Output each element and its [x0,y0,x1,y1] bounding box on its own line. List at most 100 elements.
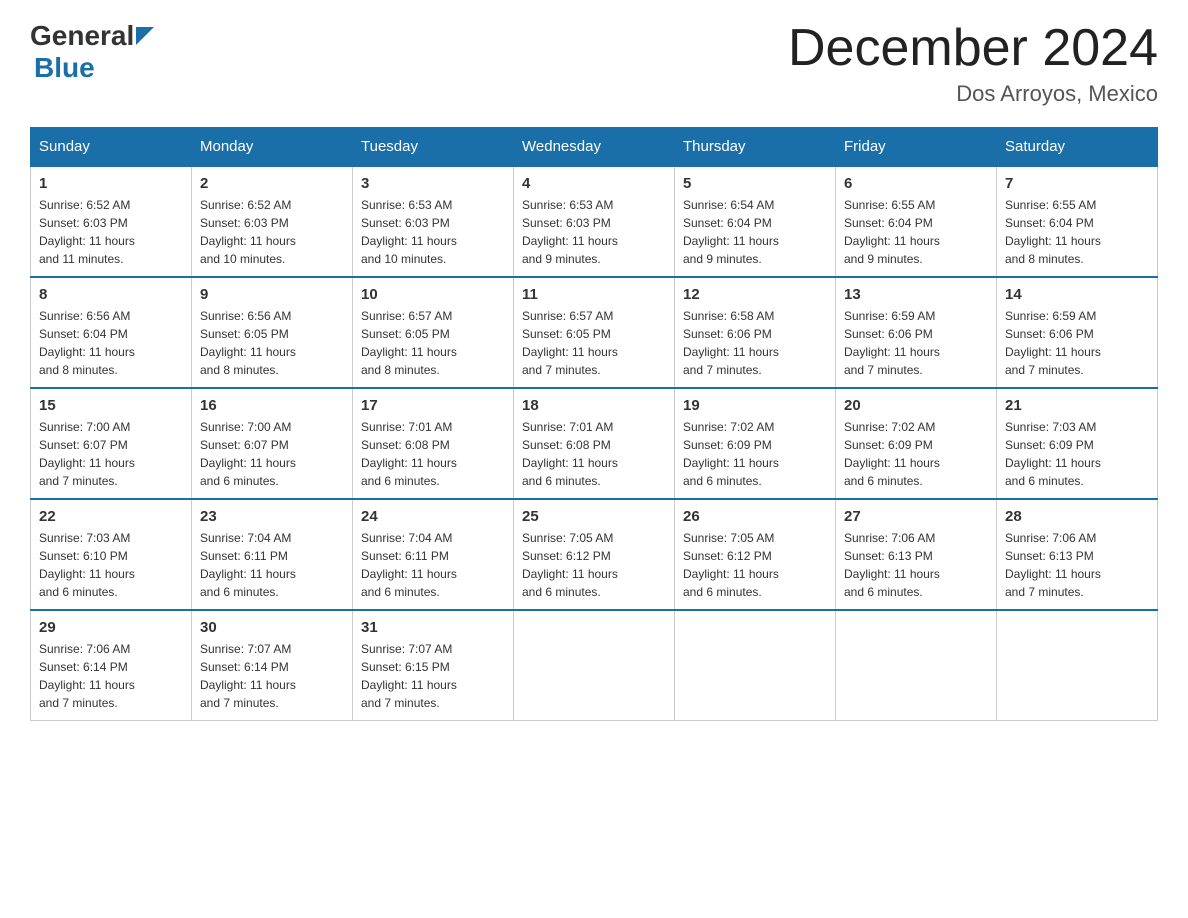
day-info: Sunrise: 7:00 AM Sunset: 6:07 PM Dayligh… [39,418,183,490]
day-info: Sunrise: 6:52 AM Sunset: 6:03 PM Dayligh… [200,196,344,268]
day-info: Sunrise: 7:01 AM Sunset: 6:08 PM Dayligh… [522,418,666,490]
day-number: 27 [844,508,988,525]
day-number: 7 [1005,175,1149,192]
calendar-cell: 22Sunrise: 7:03 AM Sunset: 6:10 PM Dayli… [31,499,192,610]
calendar-cell [675,610,836,721]
calendar-cell: 24Sunrise: 7:04 AM Sunset: 6:11 PM Dayli… [353,499,514,610]
day-number: 31 [361,619,505,636]
calendar-title-area: December 2024 Dos Arroyos, Mexico [788,20,1158,107]
day-number: 15 [39,397,183,414]
calendar-body: 1 Sunrise: 6:52 AM Sunset: 6:03 PM Daylig… [31,166,1158,721]
calendar-cell: 23 Sunrise: 7:04 AM Sunset: 6:11 PM Dayli… [192,499,353,610]
day-number: 8 [39,286,183,303]
day-info: Sunrise: 6:52 AM Sunset: 6:03 PM Dayligh… [39,196,183,268]
header-tuesday: Tuesday [353,128,514,167]
day-number: 3 [361,175,505,192]
day-number: 30 [200,619,344,636]
month-year-title: December 2024 [788,20,1158,77]
day-number: 26 [683,508,827,525]
calendar-cell: 7 Sunrise: 6:55 AM Sunset: 6:04 PM Daylig… [997,166,1158,277]
calendar-cell: 15 Sunrise: 7:00 AM Sunset: 6:07 PM Dayli… [31,388,192,499]
day-info: Sunrise: 7:07 AM Sunset: 6:14 PM Dayligh… [200,640,344,712]
day-info: Sunrise: 7:06 AM Sunset: 6:13 PM Dayligh… [844,529,988,601]
day-number: 21 [1005,397,1149,414]
calendar-cell: 25 Sunrise: 7:05 AM Sunset: 6:12 PM Dayli… [514,499,675,610]
calendar-cell: 13Sunrise: 6:59 AM Sunset: 6:06 PM Dayli… [836,277,997,388]
logo-blue-text: Blue [34,52,95,83]
day-number: 28 [1005,508,1149,525]
header-sunday: Sunday [31,128,192,167]
calendar-cell [836,610,997,721]
calendar-week-row: 8 Sunrise: 6:56 AM Sunset: 6:04 PM Daylig… [31,277,1158,388]
day-info: Sunrise: 7:03 AM Sunset: 6:09 PM Dayligh… [1005,418,1149,490]
day-info: Sunrise: 6:56 AM Sunset: 6:04 PM Dayligh… [39,307,183,379]
calendar-week-row: 15 Sunrise: 7:00 AM Sunset: 6:07 PM Dayli… [31,388,1158,499]
day-number: 4 [522,175,666,192]
calendar-week-row: 22Sunrise: 7:03 AM Sunset: 6:10 PM Dayli… [31,499,1158,610]
header-saturday: Saturday [997,128,1158,167]
day-info: Sunrise: 6:58 AM Sunset: 6:06 PM Dayligh… [683,307,827,379]
calendar-cell: 4 Sunrise: 6:53 AM Sunset: 6:03 PM Daylig… [514,166,675,277]
calendar-week-row: 29 Sunrise: 7:06 AM Sunset: 6:14 PM Dayli… [31,610,1158,721]
calendar-cell: 30 Sunrise: 7:07 AM Sunset: 6:14 PM Dayli… [192,610,353,721]
calendar-cell: 10Sunrise: 6:57 AM Sunset: 6:05 PM Dayli… [353,277,514,388]
day-info: Sunrise: 6:53 AM Sunset: 6:03 PM Dayligh… [522,196,666,268]
day-info: Sunrise: 6:59 AM Sunset: 6:06 PM Dayligh… [1005,307,1149,379]
day-info: Sunrise: 7:05 AM Sunset: 6:12 PM Dayligh… [683,529,827,601]
day-info: Sunrise: 7:06 AM Sunset: 6:14 PM Dayligh… [39,640,183,712]
calendar-cell: 16Sunrise: 7:00 AM Sunset: 6:07 PM Dayli… [192,388,353,499]
calendar-cell: 27 Sunrise: 7:06 AM Sunset: 6:13 PM Dayli… [836,499,997,610]
calendar-cell: 21 Sunrise: 7:03 AM Sunset: 6:09 PM Dayli… [997,388,1158,499]
day-info: Sunrise: 7:04 AM Sunset: 6:11 PM Dayligh… [200,529,344,601]
day-number: 29 [39,619,183,636]
day-number: 17 [361,397,505,414]
calendar-cell: 28 Sunrise: 7:06 AM Sunset: 6:13 PM Dayli… [997,499,1158,610]
day-number: 13 [844,286,988,303]
calendar-cell: 8 Sunrise: 6:56 AM Sunset: 6:04 PM Daylig… [31,277,192,388]
day-info: Sunrise: 7:02 AM Sunset: 6:09 PM Dayligh… [683,418,827,490]
calendar-cell: 31Sunrise: 7:07 AM Sunset: 6:15 PM Dayli… [353,610,514,721]
calendar-week-row: 1 Sunrise: 6:52 AM Sunset: 6:03 PM Daylig… [31,166,1158,277]
header-monday: Monday [192,128,353,167]
calendar-cell: 29 Sunrise: 7:06 AM Sunset: 6:14 PM Dayli… [31,610,192,721]
day-info: Sunrise: 7:01 AM Sunset: 6:08 PM Dayligh… [361,418,505,490]
calendar-cell: 9Sunrise: 6:56 AM Sunset: 6:05 PM Daylig… [192,277,353,388]
day-info: Sunrise: 7:06 AM Sunset: 6:13 PM Dayligh… [1005,529,1149,601]
day-number: 10 [361,286,505,303]
calendar-table: Sunday Monday Tuesday Wednesday Thursday… [30,127,1158,721]
day-number: 19 [683,397,827,414]
day-info: Sunrise: 6:57 AM Sunset: 6:05 PM Dayligh… [522,307,666,379]
calendar-cell: 12 Sunrise: 6:58 AM Sunset: 6:06 PM Dayli… [675,277,836,388]
day-info: Sunrise: 6:54 AM Sunset: 6:04 PM Dayligh… [683,196,827,268]
calendar-cell: 20Sunrise: 7:02 AM Sunset: 6:09 PM Dayli… [836,388,997,499]
days-of-week-row: Sunday Monday Tuesday Wednesday Thursday… [31,128,1158,167]
day-info: Sunrise: 7:00 AM Sunset: 6:07 PM Dayligh… [200,418,344,490]
calendar-cell: 19 Sunrise: 7:02 AM Sunset: 6:09 PM Dayli… [675,388,836,499]
day-number: 20 [844,397,988,414]
calendar-cell: 3Sunrise: 6:53 AM Sunset: 6:03 PM Daylig… [353,166,514,277]
logo-general-text: General [30,20,134,52]
day-number: 18 [522,397,666,414]
day-number: 12 [683,286,827,303]
day-number: 23 [200,508,344,525]
day-number: 11 [522,286,666,303]
calendar-header: Sunday Monday Tuesday Wednesday Thursday… [31,128,1158,167]
day-number: 2 [200,175,344,192]
day-number: 25 [522,508,666,525]
logo-triangle-icon [136,27,154,50]
calendar-cell [997,610,1158,721]
day-number: 22 [39,508,183,525]
calendar-cell: 6Sunrise: 6:55 AM Sunset: 6:04 PM Daylig… [836,166,997,277]
day-number: 14 [1005,286,1149,303]
calendar-cell: 14 Sunrise: 6:59 AM Sunset: 6:06 PM Dayli… [997,277,1158,388]
calendar-cell: 17 Sunrise: 7:01 AM Sunset: 6:08 PM Dayli… [353,388,514,499]
calendar-cell: 26 Sunrise: 7:05 AM Sunset: 6:12 PM Dayli… [675,499,836,610]
calendar-cell: 5Sunrise: 6:54 AM Sunset: 6:04 PM Daylig… [675,166,836,277]
day-info: Sunrise: 6:55 AM Sunset: 6:04 PM Dayligh… [1005,196,1149,268]
header-wednesday: Wednesday [514,128,675,167]
header-thursday: Thursday [675,128,836,167]
calendar-cell: 1 Sunrise: 6:52 AM Sunset: 6:03 PM Daylig… [31,166,192,277]
day-info: Sunrise: 7:05 AM Sunset: 6:12 PM Dayligh… [522,529,666,601]
day-number: 1 [39,175,183,192]
calendar-cell: 18 Sunrise: 7:01 AM Sunset: 6:08 PM Dayli… [514,388,675,499]
